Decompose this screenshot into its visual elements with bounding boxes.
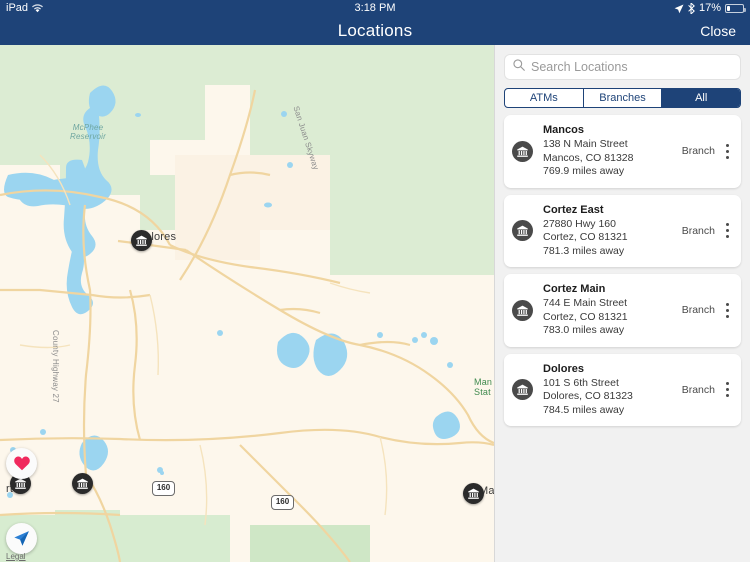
search-input[interactable]: Search Locations <box>531 60 628 74</box>
navigation-arrow-icon <box>14 531 29 546</box>
location-street: 101 S 6th Street <box>543 376 619 389</box>
list-item[interactable]: Mancos 138 N Main Street Mancos, CO 8132… <box>504 115 741 188</box>
battery-percent-label: 17% <box>698 2 721 14</box>
list-item[interactable]: Dolores 101 S 6th Street Dolores, CO 813… <box>504 353 741 426</box>
map-label-mancos-state-park: Man Stat <box>474 377 493 397</box>
map-view[interactable]: McPhee Reservoir San Juan Skyway County … <box>0 45 494 562</box>
location-name: Mancos <box>543 124 584 136</box>
battery-icon <box>725 4 746 13</box>
map-label-county-highway-27: County Highway 27 <box>51 330 60 403</box>
bank-icon <box>512 299 533 321</box>
heart-icon <box>13 456 30 471</box>
kebab-menu-icon[interactable] <box>719 382 735 398</box>
location-details: Cortez Main 744 E Main Street Cortez, CO… <box>533 283 682 338</box>
legal-link[interactable]: Legal <box>6 552 26 561</box>
location-details: Dolores 101 S 6th Street Dolores, CO 813… <box>533 363 682 418</box>
bank-icon <box>77 478 88 489</box>
map-pin-cortez-main[interactable] <box>72 473 93 494</box>
location-type-badge: Branch <box>681 383 715 396</box>
kebab-menu-icon[interactable] <box>719 143 735 159</box>
filter-segmented-control[interactable]: ATMs Branches All <box>504 88 741 108</box>
locations-panel: Search Locations ATMs Branches All Manco… <box>494 45 750 562</box>
location-distance: 784.5 miles away <box>543 403 625 416</box>
location-distance: 781.3 miles away <box>543 244 625 257</box>
map-pin-mancos[interactable] <box>463 483 484 504</box>
tab-branches[interactable]: Branches <box>584 89 663 107</box>
highway-shield-160-east: 160 <box>271 495 294 510</box>
close-button[interactable]: Close <box>700 17 736 45</box>
highway-shield-160-west: 160 <box>152 481 175 496</box>
tab-all[interactable]: All <box>662 89 740 107</box>
location-name: Dolores <box>543 362 584 375</box>
status-bar: iPad 3:18 PM 17% <box>0 0 750 17</box>
map-pin-dolores[interactable] <box>131 230 152 251</box>
location-distance: 769.9 miles away <box>543 165 625 177</box>
favorites-button[interactable] <box>6 448 37 479</box>
search-icon <box>513 58 525 76</box>
bank-icon <box>136 235 147 246</box>
search-bar[interactable]: Search Locations <box>504 54 741 80</box>
map-label-mcphee-reservoir: McPhee Reservoir <box>69 123 107 141</box>
locate-me-button[interactable] <box>6 523 37 554</box>
filter-section: ATMs Branches All <box>495 80 750 115</box>
location-arrow-icon <box>674 4 684 14</box>
location-details: Mancos 138 N Main Street Mancos, CO 8132… <box>533 124 682 179</box>
location-city-state-zip: Mancos, CO 81328 <box>543 151 634 164</box>
list-item[interactable]: Cortez Main 744 E Main Street Cortez, CO… <box>504 274 741 347</box>
locations-list: Mancos 138 N Main Street Mancos, CO 8132… <box>495 115 750 426</box>
kebab-menu-icon[interactable] <box>719 223 735 239</box>
kebab-menu-icon[interactable] <box>719 302 735 318</box>
location-city-state-zip: Cortez, CO 81321 <box>543 310 628 323</box>
bank-icon <box>468 488 479 499</box>
location-city-state-zip: Dolores, CO 81323 <box>543 390 633 402</box>
location-name: Cortez Main <box>543 283 606 295</box>
page-title: Locations <box>337 21 413 40</box>
location-street: 138 N Main Street <box>543 138 628 150</box>
tab-atms[interactable]: ATMs <box>505 89 584 107</box>
bank-icon <box>512 220 533 242</box>
location-type-badge: Branch <box>681 145 715 158</box>
location-details: Cortez East 27880 Hwy 160 Cortez, CO 813… <box>533 204 682 259</box>
bluetooth-icon <box>688 3 695 14</box>
navigation-bar: Locations Close <box>0 17 750 45</box>
location-name: Cortez East <box>543 203 604 216</box>
locations-screen: iPad 3:18 PM 17% Locations Close McPhee … <box>0 0 750 562</box>
bank-icon <box>512 379 533 401</box>
location-street: 27880 Hwy 160 <box>543 217 616 230</box>
location-city-state-zip: Cortez, CO 81321 <box>543 231 628 243</box>
location-street: 744 E Main Street <box>543 297 628 309</box>
status-bar-right: 17% <box>674 0 746 17</box>
list-item[interactable]: Cortez East 27880 Hwy 160 Cortez, CO 813… <box>504 194 741 267</box>
location-type-badge: Branch <box>681 304 715 317</box>
status-bar-time: 3:18 PM <box>354 2 396 14</box>
location-type-badge: Branch <box>681 224 715 237</box>
search-section: Search Locations <box>495 45 750 80</box>
location-distance: 783.0 miles away <box>543 324 625 336</box>
bank-icon <box>512 140 533 162</box>
